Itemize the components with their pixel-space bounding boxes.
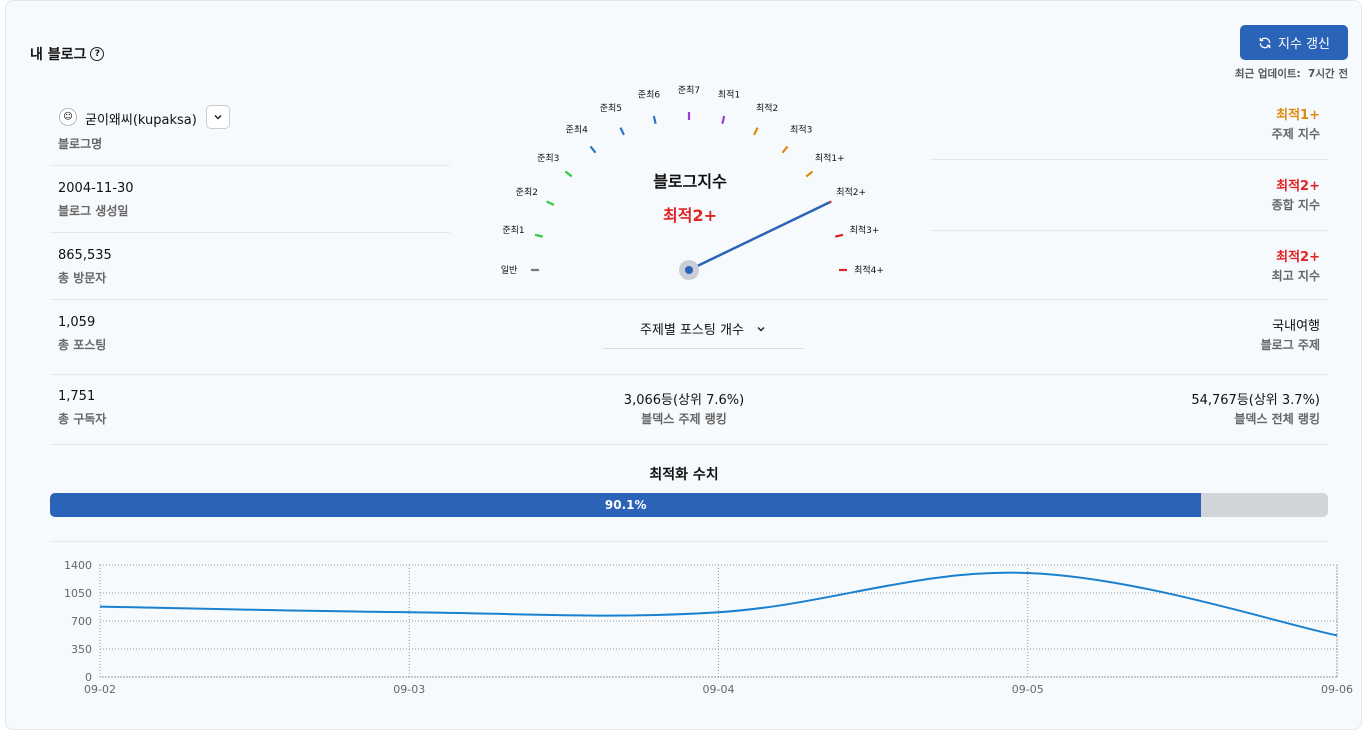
x-tick-label: 09-05 bbox=[1012, 683, 1044, 696]
gauge-level-label: 준최2 bbox=[516, 187, 538, 198]
gauge-tick bbox=[805, 170, 814, 178]
gauge-tick bbox=[546, 200, 555, 206]
gauge-level-label: 준최4 bbox=[566, 124, 589, 135]
divider bbox=[50, 444, 1328, 445]
help-circle-icon[interactable]: ? bbox=[90, 47, 105, 61]
gauge-level-label: 일반 bbox=[501, 265, 518, 276]
gauge-tick bbox=[619, 127, 625, 136]
refresh-index-button[interactable]: 지수 갱신 bbox=[1240, 25, 1348, 60]
posts-label: 총 포스팅 bbox=[58, 338, 107, 352]
gauge-level-label: 최적1+ bbox=[815, 152, 845, 164]
last-updated: 최근 업데이트: 7시간 전 bbox=[1234, 68, 1348, 80]
topic-post-count-select[interactable]: 주제별 포스팅 개수 bbox=[603, 318, 803, 349]
y-tick-label: 350 bbox=[71, 643, 92, 656]
total-rank-value: 54,767등(상위 3.7%) bbox=[1191, 393, 1320, 408]
blog-name-label: 블로그명 bbox=[58, 137, 103, 151]
gauge-tick bbox=[781, 145, 789, 154]
gauge-tick bbox=[534, 233, 544, 238]
y-tick-label: 700 bbox=[71, 615, 92, 628]
gauge-level-label: 최적3+ bbox=[850, 224, 880, 236]
divider bbox=[930, 159, 1328, 160]
x-tick-label: 09-02 bbox=[84, 683, 116, 696]
visitors-value: 865,535 bbox=[58, 248, 112, 263]
gauge-tick bbox=[721, 115, 726, 125]
gauge-tick bbox=[753, 127, 759, 136]
gauge-level-label: 최적2 bbox=[756, 102, 778, 114]
gauge-level-label: 최적2+ bbox=[836, 186, 866, 198]
y-tick-label: 1400 bbox=[64, 559, 92, 572]
gauge-tick bbox=[564, 170, 573, 178]
y-tick-label: 1050 bbox=[64, 587, 92, 600]
topic-rank-label: 블덱스 주제 랭킹 bbox=[641, 412, 727, 426]
gauge-level-label: 준최1 bbox=[502, 225, 524, 236]
divider bbox=[50, 232, 450, 233]
max-index-value: 최적2+ bbox=[1276, 250, 1320, 265]
visitors-label: 총 방문자 bbox=[58, 271, 107, 285]
blog-name-value: 굳이왜씨(kupaksa) bbox=[85, 113, 197, 128]
posts-value: 1,059 bbox=[58, 315, 96, 330]
gauge-value: 최적2+ bbox=[663, 206, 717, 225]
gauge-level-label: 최적1 bbox=[718, 89, 740, 101]
created-label: 블로그 생성일 bbox=[58, 204, 129, 218]
visitor-line-chart: 03507001050140009-02 09-03 09-04 09-05 09-06 bbox=[64, 559, 1353, 696]
gauge-title: 블로그지수 bbox=[653, 172, 727, 191]
gauge-level-label: 준최7 bbox=[678, 85, 700, 96]
divider bbox=[50, 165, 450, 166]
divider bbox=[50, 299, 1328, 300]
blog-topic-value: 국내여행 bbox=[1272, 319, 1320, 334]
gauge-level-label: 준최3 bbox=[537, 153, 559, 164]
gauge-level-label: 최적4+ bbox=[854, 264, 884, 276]
avatar: ☺ bbox=[59, 108, 77, 126]
topic-index-value: 최적1+ bbox=[1276, 108, 1320, 123]
subscribers-value: 1,751 bbox=[58, 389, 96, 404]
refresh-icon bbox=[1259, 37, 1271, 48]
subscribers-label: 총 구독자 bbox=[58, 412, 107, 426]
blog-select-button[interactable] bbox=[206, 105, 230, 129]
x-tick-label: 09-06 bbox=[1321, 683, 1353, 696]
gauge-level-label: 최적3 bbox=[790, 123, 812, 135]
gauge-tick bbox=[652, 115, 657, 125]
chevron-down-icon bbox=[214, 114, 222, 120]
chevron-down-icon bbox=[757, 326, 765, 332]
gauge-level-label: 준최5 bbox=[600, 103, 622, 114]
gauge-hub-center bbox=[685, 266, 693, 274]
divider bbox=[50, 541, 1328, 542]
optimization-title: 최적화 수치 bbox=[649, 467, 719, 483]
blog-topic-label: 블로그 주제 bbox=[1260, 338, 1320, 352]
divider bbox=[50, 374, 1328, 375]
gauge-tick bbox=[834, 233, 844, 238]
overall-index-value: 최적2+ bbox=[1276, 179, 1320, 194]
max-index-label: 최고 지수 bbox=[1271, 269, 1320, 283]
topic-rank-value: 3,066등(상위 7.6%) bbox=[623, 393, 745, 408]
topic-index-label: 주제 지수 bbox=[1271, 127, 1320, 141]
total-rank-label: 블덱스 전체 랭킹 bbox=[1234, 412, 1320, 426]
gauge-tick bbox=[589, 145, 597, 154]
x-tick-label: 09-04 bbox=[703, 683, 735, 696]
overall-index-label: 종합 지수 bbox=[1271, 198, 1320, 212]
optimization-progress-bar: 90.1% bbox=[50, 493, 1328, 517]
divider bbox=[930, 230, 1328, 231]
x-tick-label: 09-03 bbox=[393, 683, 425, 696]
page-title: 내 블로그 ? bbox=[30, 44, 105, 64]
progress-fill: 90.1% bbox=[50, 493, 1202, 517]
gauge-level-label: 준최6 bbox=[638, 90, 661, 101]
created-value: 2004-11-30 bbox=[58, 181, 134, 196]
